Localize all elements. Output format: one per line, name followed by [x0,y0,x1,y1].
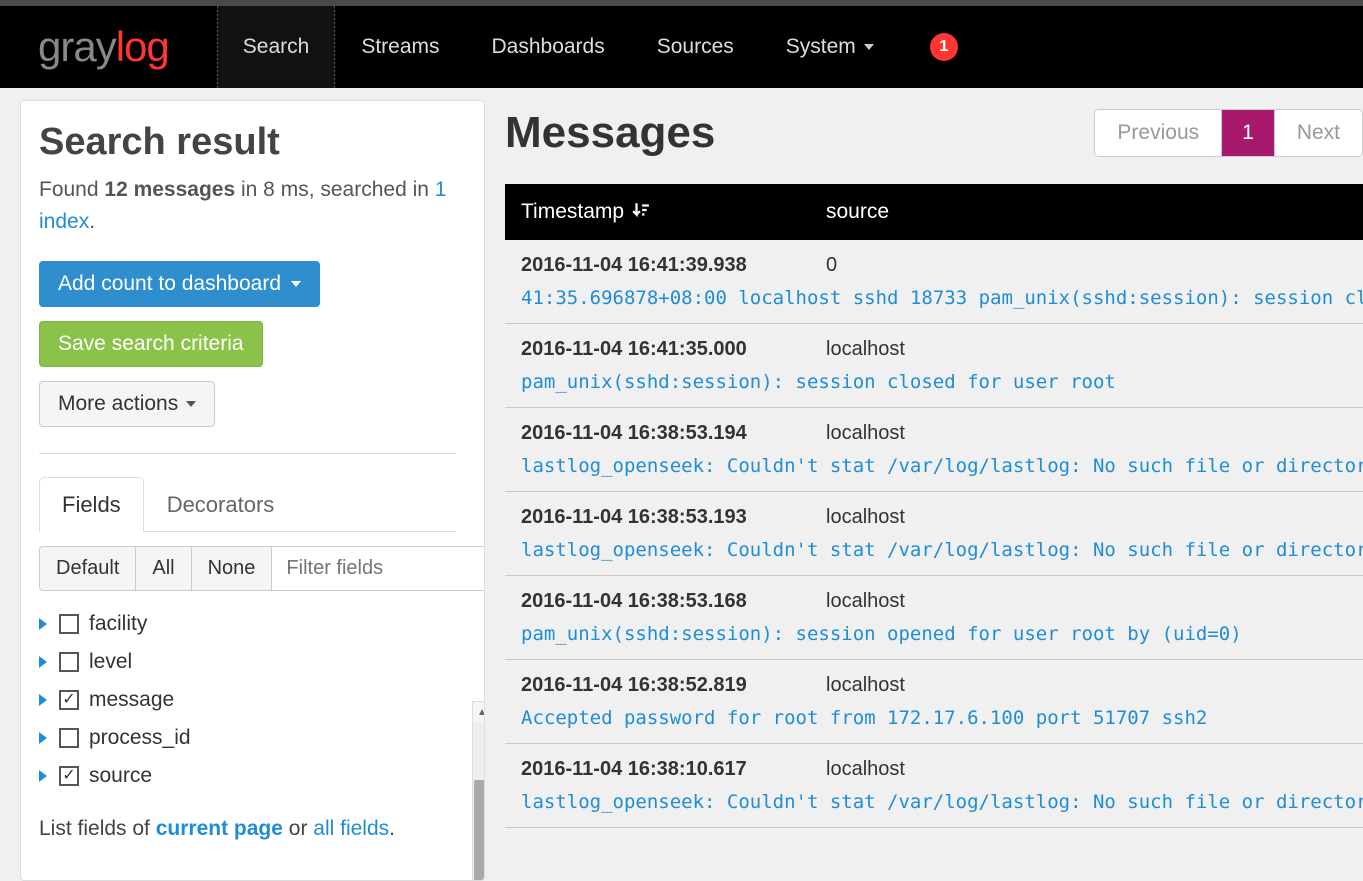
messages-title: Messages [505,108,715,158]
table-row[interactable]: 2016-11-04 16:38:53.194localhost lastlog_… [505,408,1363,492]
table-header: Timestamp source [505,184,1363,240]
field-item-process_id: process_id [39,719,456,757]
field-item-level: level [39,643,456,681]
cell-timestamp: 2016-11-04 16:41:39.938 [521,254,826,277]
main-content: Messages Previous 1 Next Timestamp sourc… [485,88,1363,881]
fields-default-button[interactable]: Default [39,546,136,591]
cell-message: lastlog_openseek: Couldn't stat /var/log… [521,539,1363,561]
search-result-title: Search result [39,121,456,164]
table-row[interactable]: 2016-11-04 16:38:10.617localhost lastlog_… [505,744,1363,828]
table-row[interactable]: 2016-11-04 16:41:39.9380 41:35.696878+08:… [505,240,1363,324]
divider [39,453,456,454]
tab-fields[interactable]: Fields [39,477,144,532]
filter-fields-input[interactable] [272,546,485,591]
field-label: source [89,764,152,788]
cell-source: 0 [826,254,1363,277]
scroll-up-icon[interactable]: ▲ [473,702,485,722]
save-search-criteria-button[interactable]: Save search criteria [39,321,263,367]
cell-source: localhost [826,590,1363,613]
field-label: message [89,688,174,712]
fields-footer: List fields of current page or all field… [39,817,456,841]
table-row[interactable]: 2016-11-04 16:41:35.000localhost pam_unix… [505,324,1363,408]
cell-timestamp: 2016-11-04 16:38:53.193 [521,506,826,529]
field-checkbox[interactable] [59,614,79,634]
expand-icon[interactable] [39,770,47,782]
field-label: facility [89,612,147,636]
cell-timestamp: 2016-11-04 16:38:52.819 [521,674,826,697]
fields-scrollbar[interactable]: ▲ ▼ [472,701,485,881]
nav-search[interactable]: Search [217,6,336,88]
field-checkbox[interactable] [59,728,79,748]
expand-icon[interactable] [39,618,47,630]
nav-dashboards[interactable]: Dashboards [466,6,631,88]
cell-source: localhost [826,422,1363,445]
field-label: process_id [89,726,191,750]
cell-source: localhost [826,674,1363,697]
expand-icon[interactable] [39,694,47,706]
nav-streams[interactable]: Streams [335,6,465,88]
field-item-facility: facility [39,605,456,643]
cell-message: lastlog_openseek: Couldn't stat /var/log… [521,791,1363,813]
fields-none-button[interactable]: None [192,546,273,591]
cell-message: lastlog_openseek: Couldn't stat /var/log… [521,455,1363,477]
current-page-link[interactable]: current page [156,817,283,840]
nav-system[interactable]: System [760,6,900,88]
field-item-source: source [39,757,456,795]
sidebar: Search result Found 12 messages in 8 ms,… [20,100,485,881]
notification-badge[interactable]: 1 [930,33,958,61]
cell-message: pam_unix(sshd:session): session closed f… [521,371,1363,393]
navbar: graylog SearchStreamsDashboardsSourcesSy… [0,6,1363,88]
col-source[interactable]: source [826,200,1363,224]
field-checkbox[interactable] [59,652,79,672]
field-checkbox[interactable] [59,690,79,710]
cell-message: 41:35.696878+08:00 localhost sshd 18733 … [521,287,1363,309]
all-fields-link[interactable]: all fields [313,817,389,840]
field-checkbox[interactable] [59,766,79,786]
pager-next[interactable]: Next [1274,110,1362,156]
cell-source: localhost [826,506,1363,529]
col-timestamp[interactable]: Timestamp [521,200,826,224]
field-label: level [89,650,132,674]
cell-message: Accepted password for root from 172.17.6… [521,707,1363,729]
cell-source: localhost [826,758,1363,781]
scroll-thumb[interactable] [474,780,485,881]
field-toolbar: Default All None [39,546,456,591]
table-row[interactable]: 2016-11-04 16:38:52.819localhost Accepted… [505,660,1363,744]
pager-page-1[interactable]: 1 [1221,110,1274,156]
field-item-message: message [39,681,456,719]
expand-icon[interactable] [39,656,47,668]
cell-timestamp: 2016-11-04 16:38:53.194 [521,422,826,445]
nav-sources[interactable]: Sources [631,6,760,88]
table-row[interactable]: 2016-11-04 16:38:53.168localhost pam_unix… [505,576,1363,660]
search-result-summary: Found 12 messages in 8 ms, searched in 1… [39,174,456,237]
pager: Previous 1 Next [1094,109,1363,157]
cell-timestamp: 2016-11-04 16:38:53.168 [521,590,826,613]
tab-decorators[interactable]: Decorators [144,477,298,532]
cell-timestamp: 2016-11-04 16:38:10.617 [521,758,826,781]
more-actions-button[interactable]: More actions [39,381,215,427]
cell-message: pam_unix(sshd:session): session opened f… [521,623,1363,645]
fields-all-button[interactable]: All [136,546,191,591]
table-row[interactable]: 2016-11-04 16:38:53.193localhost lastlog_… [505,492,1363,576]
logo[interactable]: graylog [38,23,169,71]
pager-previous[interactable]: Previous [1095,110,1221,156]
sort-icon [632,201,650,224]
cell-timestamp: 2016-11-04 16:41:35.000 [521,338,826,361]
cell-source: localhost [826,338,1363,361]
expand-icon[interactable] [39,732,47,744]
add-count-to-dashboard-button[interactable]: Add count to dashboard [39,261,320,307]
